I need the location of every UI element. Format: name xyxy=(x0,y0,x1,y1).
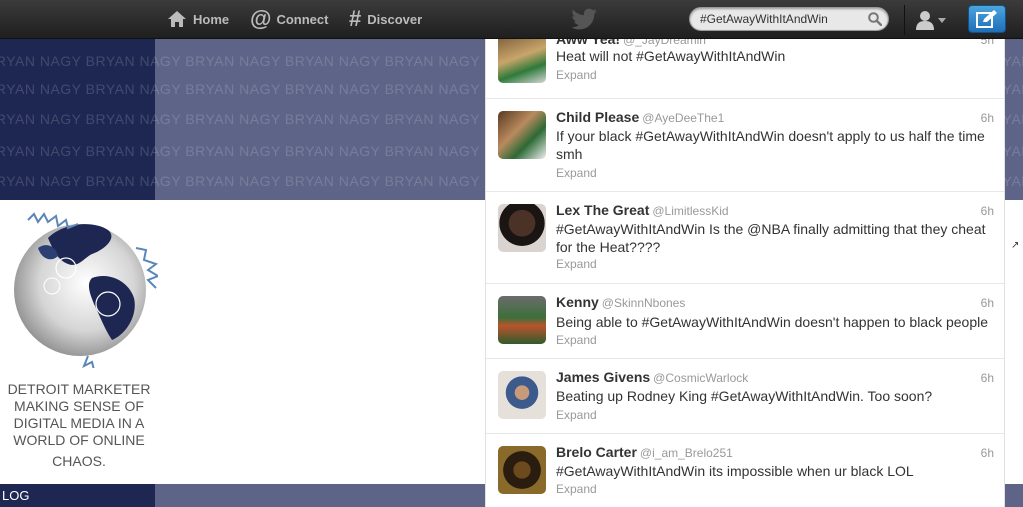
tweet-item[interactable]: Brelo Carter @i_am_Brelo251 6h #GetAwayWi… xyxy=(486,434,1004,507)
tweet-item[interactable]: Child Please @AyeDeeThe1 6h If your black… xyxy=(486,99,1004,192)
search-box[interactable] xyxy=(689,7,889,31)
nav-discover-label: Discover xyxy=(367,11,423,27)
tweet-stream: Aww Yea! @_JayDreamin 5h Heat will not #G… xyxy=(485,39,1005,507)
tweet-author-name[interactable]: Aww Yea! xyxy=(556,39,620,47)
tweet-author-name[interactable]: Child Please xyxy=(556,109,639,125)
tweet-author-name[interactable]: Brelo Carter xyxy=(556,444,637,460)
chevron-down-icon xyxy=(938,17,946,23)
hash-icon: # xyxy=(349,6,362,31)
search-icon[interactable] xyxy=(868,12,882,26)
avatar[interactable] xyxy=(498,446,546,494)
nav-connect-label: Connect xyxy=(276,11,329,27)
tweet-item[interactable]: Lex The Great @LimitlessKid 6h #GetAwayWi… xyxy=(486,192,1004,284)
twitter-topbar: Home @ Connect # Discover xyxy=(0,0,1023,39)
tweet-expand-link[interactable]: Expand xyxy=(556,333,597,347)
caret-icon: ↗ xyxy=(1011,240,1020,251)
tweet-timestamp[interactable]: 6h xyxy=(981,446,994,460)
user-menu-button[interactable] xyxy=(904,5,950,35)
twitter-bird-icon[interactable] xyxy=(572,8,598,30)
tweet-author-handle[interactable]: @LimitlessKid xyxy=(652,204,728,218)
tweet-author-name[interactable]: Kenny xyxy=(556,294,599,310)
tagline-line: DETROIT MARKETER xyxy=(7,381,151,397)
globe-logo xyxy=(14,212,158,368)
tweet-text: Heat will not #GetAwayWithItAndWin xyxy=(556,48,786,64)
blog-tagline: DETROIT MARKETER MAKING SENSE OF DIGITAL… xyxy=(4,381,154,470)
tweet-timestamp[interactable]: 6h xyxy=(981,111,994,125)
tweet-author-handle[interactable]: @i_am_Brelo251 xyxy=(640,446,733,460)
tweet-author-name[interactable]: Lex The Great xyxy=(556,202,649,218)
tweet-author-name[interactable]: James Givens xyxy=(556,369,650,385)
tweet-timestamp[interactable]: 6h xyxy=(981,296,994,310)
avatar[interactable] xyxy=(498,371,546,419)
tweet-author-handle[interactable]: @_JayDreamin xyxy=(623,39,706,47)
tweet-timestamp[interactable]: 5h xyxy=(981,39,994,47)
user-icon xyxy=(916,11,934,30)
tagline-line: DIGITAL MEDIA IN A xyxy=(13,415,145,431)
tweet-expand-link[interactable]: Expand xyxy=(556,408,597,422)
tweet-item[interactable]: Aww Yea! @_JayDreamin 5h Heat will not #G… xyxy=(486,39,1004,99)
tweet-text: Beating up Rodney King #GetAwayWithItAnd… xyxy=(556,388,933,404)
tweet-text: If your black #GetAwayWithItAndWin doesn… xyxy=(556,128,985,162)
tweet-expand-link[interactable]: Expand xyxy=(556,482,597,496)
tweet-text: Being able to #GetAwayWithItAndWin doesn… xyxy=(556,314,989,330)
compose-tweet-button[interactable] xyxy=(968,5,1006,33)
compose-icon xyxy=(976,10,997,28)
tweet-author-handle[interactable]: @AyeDeeThe1 xyxy=(642,111,724,125)
nav-connect[interactable]: @ Connect xyxy=(250,8,328,30)
tweet-text: #GetAwayWithItAndWin Is the @NBA finally… xyxy=(556,221,986,255)
avatar[interactable] xyxy=(498,111,546,159)
tweet-author-handle[interactable]: @SkinnNbones xyxy=(602,296,686,310)
tweet-expand-link[interactable]: Expand xyxy=(556,68,597,82)
search-input[interactable] xyxy=(700,11,860,27)
avatar[interactable] xyxy=(498,39,546,83)
nav-home-label: Home xyxy=(193,11,230,27)
tweet-item[interactable]: Kenny @SkinnNbones 6h Being able to #GetA… xyxy=(486,284,1004,359)
tweet-author-handle[interactable]: @CosmicWarlock xyxy=(653,371,748,385)
nav-discover[interactable]: # Discover xyxy=(349,8,422,30)
tagline-line: MAKING SENSE OF xyxy=(14,398,144,414)
tagline-line: CHAOS. xyxy=(52,453,106,469)
avatar[interactable] xyxy=(498,296,546,344)
tweet-expand-link[interactable]: Expand xyxy=(556,166,597,180)
tagline-line: WORLD OF ONLINE xyxy=(13,432,145,448)
tweet-expand-link[interactable]: Expand xyxy=(556,257,597,271)
home-icon xyxy=(168,11,186,27)
avatar[interactable] xyxy=(498,204,546,252)
tweet-text: #GetAwayWithItAndWin its impossible when… xyxy=(556,463,914,479)
blog-nav-label[interactable]: LOG xyxy=(2,488,29,503)
at-icon: @ xyxy=(250,6,272,31)
tweet-timestamp[interactable]: 6h xyxy=(981,204,994,218)
tweet-timestamp[interactable]: 6h xyxy=(981,371,994,385)
tweet-item[interactable]: James Givens @CosmicWarlock 6h Beating up… xyxy=(486,359,1004,434)
nav-home[interactable]: Home xyxy=(167,8,229,30)
